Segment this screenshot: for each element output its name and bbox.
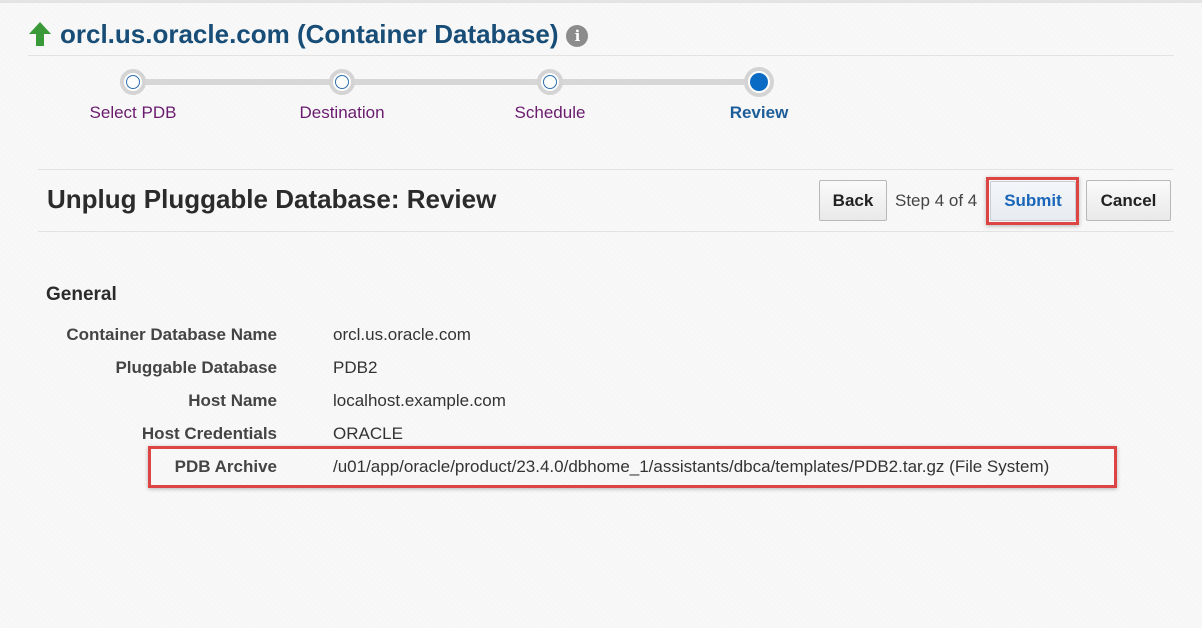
back-button[interactable]: Back [819, 180, 887, 221]
field-label-pdb-archive: PDB Archive [174, 457, 277, 476]
field-value-container-database-name: orcl.us.oracle.com [333, 325, 471, 344]
step-counter: Step 4 of 4 [895, 191, 978, 210]
field-label-host-credentials: Host Credentials [141, 424, 277, 443]
train-track [133, 79, 759, 85]
database-title[interactable]: orcl.us.oracle.com (Container Database) [60, 19, 558, 50]
train-step-destination-node[interactable] [329, 69, 355, 95]
header-divider [28, 55, 1174, 56]
title-top-divider [38, 169, 1174, 170]
page-header: orcl.us.oracle.com (Container Database) … [28, 16, 589, 52]
train-step-select-pdb-label[interactable]: Select PDB [53, 103, 213, 123]
top-edge-divider [0, 0, 1202, 3]
field-value-pluggable-database: PDB2 [333, 358, 378, 377]
field-value-pdb-archive: /u01/app/oracle/product/23.4.0/dbhome_1/… [333, 457, 1050, 476]
cancel-button[interactable]: Cancel [1086, 180, 1171, 221]
field-label-container-database-name: Container Database Name [66, 325, 277, 344]
train-step-review-node [744, 67, 774, 97]
train-step-select-pdb-node[interactable] [120, 69, 146, 95]
general-section-title: General [46, 284, 117, 305]
title-bottom-divider [38, 231, 1174, 232]
train-step-schedule-label[interactable]: Schedule [470, 103, 630, 123]
field-value-host-name: localhost.example.com [333, 391, 506, 410]
train-step-schedule-node[interactable] [537, 69, 563, 95]
up-arrow-icon[interactable] [28, 21, 52, 47]
train-step-destination-label[interactable]: Destination [262, 103, 422, 123]
info-icon[interactable]: i [566, 24, 589, 47]
field-value-host-credentials: ORACLE [333, 424, 403, 443]
train-step-review-label: Review [729, 103, 789, 122]
page-title: Unplug Pluggable Database: Review [47, 184, 497, 214]
field-label-host-name: Host Name [188, 391, 277, 410]
submit-button[interactable]: Submit [990, 181, 1076, 221]
field-label-pluggable-database: Pluggable Database [115, 358, 277, 377]
